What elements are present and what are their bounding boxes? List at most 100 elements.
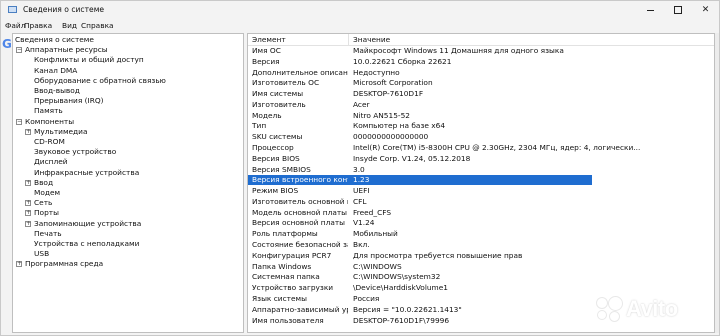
maximize-icon — [673, 6, 682, 14]
collapse-icon[interactable]: − — [16, 118, 22, 125]
table-row[interactable]: Роль платформы Мобильный — [248, 229, 714, 239]
tree-node-label: Канал DMA — [34, 65, 78, 75]
table-row[interactable]: Режим BIOS UEFI — [248, 186, 714, 196]
tree-node-label: Мультимедиа — [34, 126, 88, 136]
logo-dot — [608, 296, 623, 311]
item-cell: Устройство загрузки — [252, 283, 334, 293]
table-row[interactable]: Версия SMBIOS 3.0 — [248, 164, 714, 175]
tree-node-label: Порты — [34, 208, 59, 218]
item-cell: Версия SMBIOS — [252, 164, 311, 174]
value-cell: UEFI — [353, 186, 370, 196]
details-list[interactable]: Элемент Значение Имя ОС Майкрософт Window… — [247, 33, 715, 333]
table-row[interactable]: Состояние безопасной загру... Вкл. — [248, 240, 714, 250]
logo-dot — [597, 310, 607, 320]
item-cell: Версия BIOS — [252, 153, 300, 163]
background-letter: G — [2, 37, 12, 51]
table-row[interactable]: Изготовитель Acer — [248, 99, 714, 110]
tree-node-label: Память — [34, 106, 63, 116]
column-separator[interactable] — [348, 34, 349, 45]
avito-watermark: Avito — [596, 292, 716, 326]
item-cell: Роль платформы — [252, 229, 318, 239]
menu-bar: Файл Правка Вид Справка — [1, 19, 719, 33]
value-cell: C:\WINDOWS — [353, 261, 402, 271]
expand-icon[interactable]: + — [25, 128, 31, 135]
tree-node-label: Запоминающие устройства — [34, 218, 142, 228]
tree-node-label: Печать — [34, 228, 62, 238]
column-header-item[interactable]: Элемент — [252, 34, 348, 45]
table-row[interactable]: Имя системы DESKTOP-7610D1F — [248, 89, 714, 99]
expand-icon[interactable]: + — [25, 210, 31, 217]
item-cell: Тип — [252, 121, 267, 131]
value-cell: Майкрософт Windows 11 Домашняя для одног… — [353, 46, 564, 55]
tree-node-label: Конфликты и общий доступ — [34, 55, 144, 65]
title-bar[interactable]: Сведения о системе ✕ — [1, 1, 719, 19]
menu-file[interactable]: Файл — [5, 21, 25, 30]
menu-view[interactable]: Вид — [62, 21, 77, 30]
menu-edit[interactable]: Правка — [24, 21, 52, 30]
item-cell: Изготовитель — [252, 99, 306, 109]
expand-icon[interactable]: + — [25, 200, 31, 207]
tree-node-label: Аппаратные ресурсы — [25, 45, 108, 55]
tree-node-label: Прерывания (IRQ) — [34, 96, 104, 106]
logo-dot — [609, 311, 620, 322]
item-cell: Аппаратно-зависимый уров... — [252, 304, 348, 314]
table-row[interactable]: Изготовитель основной платы CFL — [248, 196, 714, 207]
right-edge-scroll[interactable] — [715, 33, 719, 333]
table-row[interactable]: Дополнительное описание ... Недоступно — [248, 67, 714, 78]
table-row[interactable]: Тип Компьютер на базе x64 — [248, 121, 714, 131]
item-cell: Версия основной платы — [252, 218, 345, 228]
collapse-icon[interactable]: − — [16, 47, 22, 54]
expand-icon[interactable]: + — [16, 261, 22, 268]
value-cell: Insyde Corp. V1.24, 05.12.2018 — [353, 153, 471, 163]
close-button[interactable]: ✕ — [692, 1, 719, 19]
item-cell: Версия — [252, 56, 280, 66]
value-cell: C:\WINDOWS\system32 — [353, 272, 441, 282]
item-cell: Режим BIOS — [252, 186, 299, 196]
table-row[interactable]: Системная папка C:\WINDOWS\system32 — [248, 272, 714, 282]
expand-icon[interactable]: + — [25, 220, 31, 227]
item-cell: Имя ОС — [252, 46, 281, 55]
table-row[interactable]: Модель Nitro AN515-52 — [248, 110, 714, 121]
table-row[interactable]: Папка Windows C:\WINDOWS — [248, 261, 714, 272]
item-cell: Состояние безопасной загру... — [252, 240, 348, 250]
table-row[interactable]: Процессор Intel(R) Core(TM) i5-8300H CPU … — [248, 143, 714, 153]
table-row[interactable]: Модель основной платы Freed_CFS — [248, 207, 714, 218]
category-tree[interactable]: Сведения о системе − Аппаратные ресурсы Кон… — [12, 33, 244, 333]
item-cell: Язык системы — [252, 293, 307, 303]
table-row[interactable]: Изготовитель ОС Microsoft Corporation — [248, 78, 714, 88]
value-cell: Nitro AN515-52 — [353, 110, 410, 120]
watermark-text: Avito — [626, 296, 678, 321]
table-row[interactable]: Имя ОС Майкрософт Windows 11 Домашняя для… — [248, 46, 714, 56]
table-row[interactable]: Версия основной платы V1.24 — [248, 218, 714, 228]
item-cell: SKU системы — [252, 132, 303, 142]
system-info-window: Сведения о системе ✕ Файл Правка Вид Спр… — [0, 0, 720, 336]
table-row[interactable]: Конфигурация PCR7 Для просмотра требуется… — [248, 250, 714, 261]
minimize-button[interactable] — [637, 1, 664, 19]
value-cell: 3.0 — [353, 164, 365, 174]
table-row[interactable]: Версия встроенного контрол... 1.23 — [248, 175, 592, 186]
value-cell: Microsoft Corporation — [353, 78, 433, 88]
item-cell: Модель — [252, 110, 282, 120]
maximize-button[interactable] — [664, 1, 691, 19]
item-cell: Модель основной платы — [252, 207, 348, 217]
value-cell: 1.23 — [353, 175, 370, 185]
item-cell: Изготовитель основной платы — [252, 196, 348, 206]
expand-icon[interactable]: + — [25, 179, 31, 186]
value-cell: Вкл. — [353, 240, 370, 250]
tree-node-label: Оборудование с обратной связью — [34, 75, 166, 85]
column-header-value[interactable]: Значение — [353, 34, 713, 45]
value-cell: Недоступно — [353, 67, 400, 77]
system-info-app-icon — [8, 6, 17, 13]
item-cell: Дополнительное описание ... — [252, 67, 348, 77]
item-cell: Процессор — [252, 143, 294, 153]
tree-node-label: Инфракрасные устройства — [34, 167, 140, 177]
tree-node-label: Сведения о системе — [15, 35, 94, 44]
table-row[interactable]: SKU системы 0000000000000000 — [248, 132, 714, 142]
value-cell: Мобильный — [353, 229, 398, 239]
value-cell: DESKTOP-7610D1F — [353, 89, 424, 99]
table-row[interactable]: Версия BIOS Insyde Corp. V1.24, 05.12.201… — [248, 153, 714, 164]
avito-logo-dots — [596, 296, 623, 322]
item-cell: Конфигурация PCR7 — [252, 250, 332, 260]
table-row[interactable]: Версия 10.0.22621 Сборка 22621 — [248, 56, 714, 67]
menu-help[interactable]: Справка — [81, 21, 114, 30]
